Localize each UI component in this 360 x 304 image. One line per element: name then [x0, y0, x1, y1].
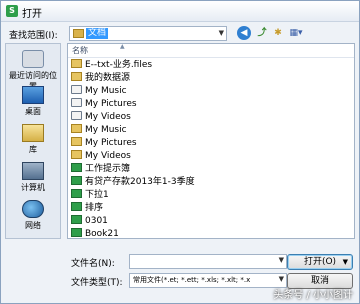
open-dialog: S 打开 查找范围(I): 文档 ▼ ◀ ⤴ ✱ ▦▾ 最近访问的位置 桌面 库… [0, 0, 360, 304]
lookin-combo[interactable]: 文档 ▼ [69, 26, 227, 41]
desktop-icon [22, 86, 44, 104]
list-item[interactable]: My Music [71, 85, 127, 97]
list-item[interactable]: 我的数据源 [71, 72, 130, 84]
open-button-label: 打开(O) [303, 257, 337, 267]
shortcut-folder-icon [71, 111, 82, 120]
item-label: 我的数据源 [85, 73, 131, 83]
spreadsheet-icon [71, 189, 82, 198]
place-network[interactable]: 网络 [6, 200, 60, 231]
folder-icon [71, 124, 82, 133]
lookin-value: 文档 [86, 28, 109, 39]
list-item[interactable]: 有贷产存款2013年1-3季度 [71, 176, 195, 188]
list-item[interactable]: My Pictures [71, 137, 137, 149]
list-item[interactable]: My Videos [71, 150, 131, 162]
folder-icon [73, 29, 84, 38]
item-label: 排序 [85, 203, 104, 213]
item-label: My Videos [85, 151, 131, 161]
shortcut-folder-icon [71, 85, 82, 94]
list-item[interactable]: 排序 [71, 202, 103, 214]
spreadsheet-icon [71, 202, 82, 211]
place-label: 桌面 [25, 107, 41, 116]
chevron-down-icon: ▼ [278, 275, 284, 283]
filetype-select[interactable]: 常用文件(*.et; *.ett; *.xls; *.xlt; *.x ▼ [129, 273, 287, 288]
lookin-row: 查找范围(I): 文档 ▼ ◀ ⤴ ✱ ▦▾ [1, 25, 359, 43]
up-folder-icon[interactable]: ⤴ [255, 26, 269, 40]
list-item[interactable]: Book21 [71, 228, 119, 239]
open-button[interactable]: 打开(O) ▼ [287, 254, 353, 270]
item-label: E--txt-业务.files [85, 60, 153, 70]
spreadsheet-icon [71, 228, 82, 237]
libraries-icon [22, 124, 44, 142]
dialog-title: 打开 [22, 9, 42, 20]
place-libraries[interactable]: 库 [6, 124, 60, 155]
item-label: My Music [85, 125, 127, 135]
file-list[interactable]: 名称 ▲ E--txt-业务.files 我的数据源 My Music My P… [67, 43, 355, 239]
places-bar: 最近访问的位置 桌面 库 计算机 网络 [5, 43, 61, 239]
list-item[interactable]: My Music [71, 124, 127, 136]
chevron-down-icon: ▼ [218, 29, 224, 37]
filetype-label: 文件类型(T): [71, 278, 123, 288]
recent-places-icon [22, 50, 44, 68]
list-item[interactable]: 0301 [71, 215, 108, 227]
watermark: 头条号 / 小小图计 [273, 290, 353, 301]
computer-icon [22, 162, 44, 180]
item-label: Book21 [85, 229, 119, 239]
back-icon[interactable]: ◀ [237, 26, 251, 40]
item-label: 工作提示簿 [85, 164, 131, 174]
item-label: My Pictures [85, 99, 137, 109]
lookin-label: 查找范围(I): [9, 31, 58, 41]
title-bar: S 打开 [1, 1, 359, 22]
list-item[interactable]: My Pictures [71, 98, 137, 110]
network-icon [22, 200, 44, 218]
spreadsheet-icon [71, 215, 82, 224]
column-header-name[interactable]: 名称 [72, 45, 88, 57]
filetype-value: 常用文件(*.et; *.ett; *.xls; *.xlt; *.x [133, 276, 251, 284]
place-label: 计算机 [21, 183, 45, 192]
item-label: 下拉1 [85, 190, 109, 200]
list-item[interactable]: E--txt-业务.files [71, 59, 152, 71]
list-item[interactable]: 下拉1 [71, 189, 109, 201]
place-label: 网络 [25, 221, 41, 230]
filename-label: 文件名(N): [71, 259, 115, 269]
header-divider [68, 57, 354, 58]
item-label: My Videos [85, 112, 131, 122]
sort-arrow-icon: ▲ [120, 43, 125, 50]
item-label: 0301 [85, 216, 108, 226]
view-menu-icon[interactable]: ▦▾ [287, 26, 305, 40]
folder-icon [71, 137, 82, 146]
spreadsheet-icon [71, 163, 82, 172]
item-label: 有贷产存款2013年1-3季度 [85, 177, 195, 187]
filename-field[interactable]: ▼ [129, 254, 287, 269]
list-item[interactable]: My Videos [71, 111, 131, 123]
spreadsheet-icon [71, 176, 82, 185]
list-item[interactable]: 工作提示簿 [71, 163, 130, 175]
place-desktop[interactable]: 桌面 [6, 86, 60, 117]
place-computer[interactable]: 计算机 [6, 162, 60, 193]
place-label: 库 [29, 145, 37, 154]
folder-icon [71, 59, 82, 68]
cancel-button-label: 取消 [310, 276, 329, 286]
item-label: My Pictures [85, 138, 137, 148]
chevron-down-icon[interactable]: ▼ [343, 255, 348, 269]
folder-icon [71, 150, 82, 159]
chevron-down-icon[interactable]: ▼ [279, 256, 284, 264]
wps-app-icon: S [6, 5, 18, 17]
folder-icon [71, 72, 82, 81]
item-label: My Music [85, 86, 127, 96]
new-folder-icon[interactable]: ✱ [271, 26, 285, 40]
shortcut-folder-icon [71, 98, 82, 107]
